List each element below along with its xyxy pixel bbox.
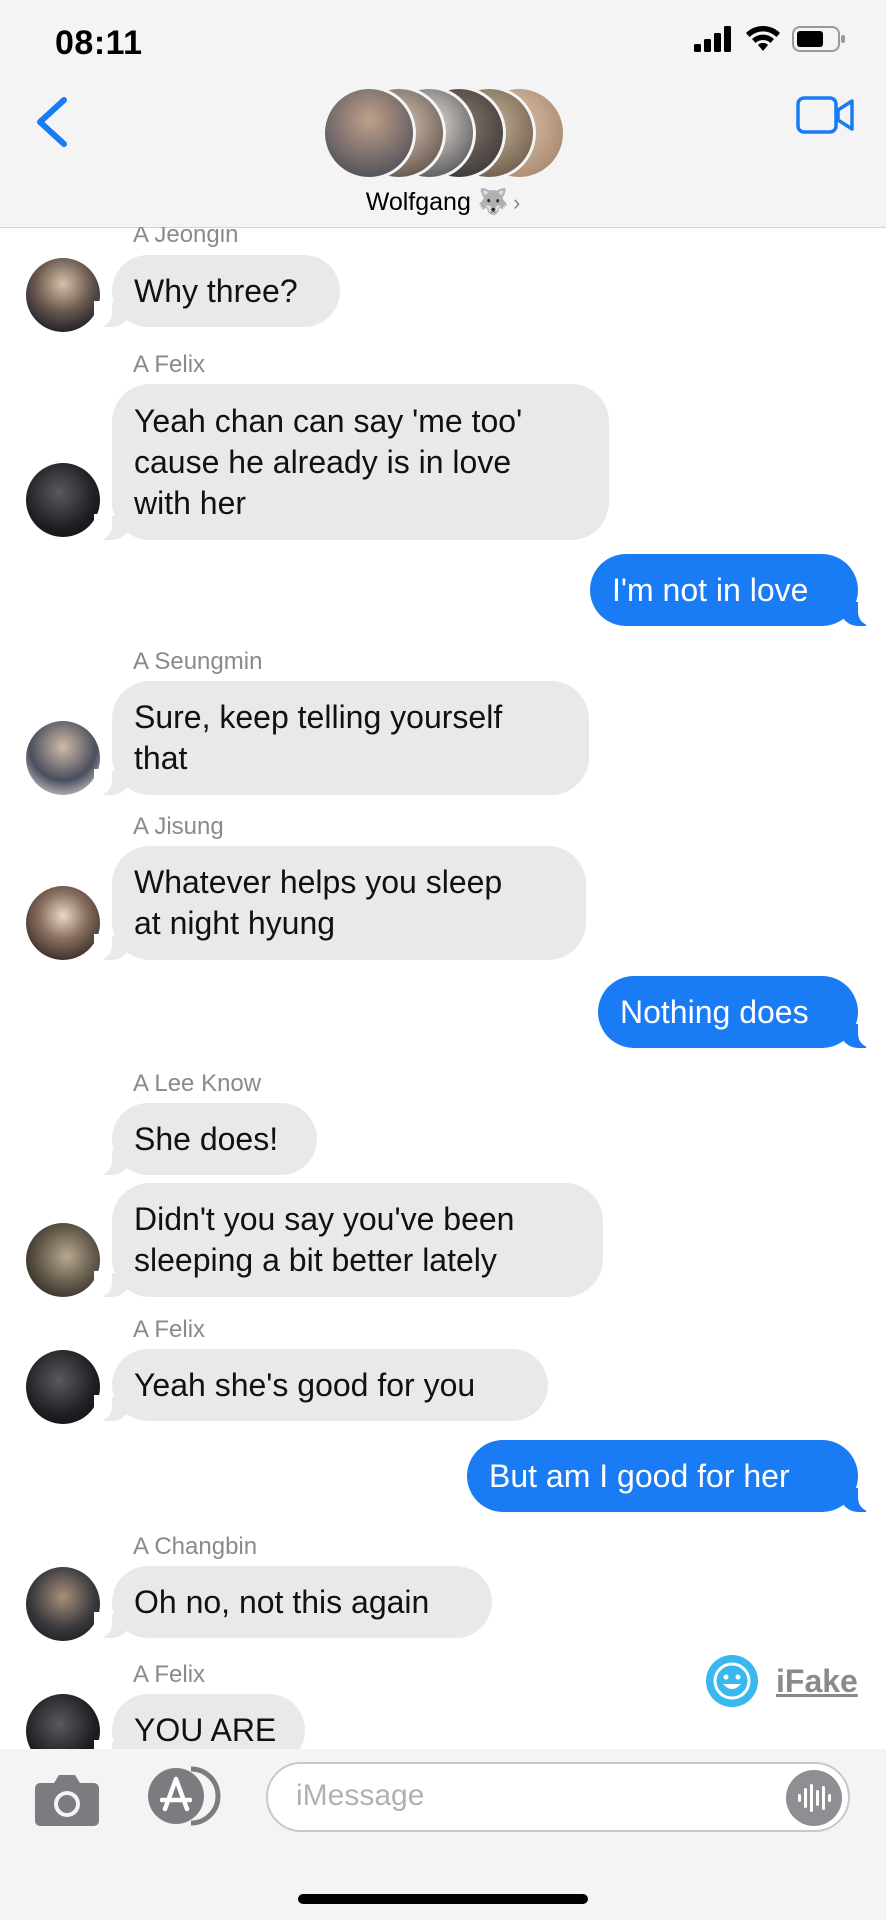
compose-bar xyxy=(0,1749,886,1920)
incoming-message-bubble[interactable]: Didn't you say you've been sleeping a bi… xyxy=(94,1183,603,1297)
message-line: at night hyung xyxy=(134,905,336,941)
back-button[interactable] xyxy=(28,92,78,152)
message-text: Yeah chan can say 'me too' cause he alre… xyxy=(134,401,522,524)
message-line: Didn't you say you've been xyxy=(134,1201,515,1237)
message-text: Nothing does xyxy=(620,993,809,1030)
battery-icon xyxy=(792,26,845,52)
incoming-message-bubble[interactable]: Why three? xyxy=(94,255,340,327)
outgoing-message-bubble[interactable]: I'm not in love xyxy=(590,554,876,626)
message-line: cause he already is in love xyxy=(134,443,512,480)
ifake-watermark: iFake xyxy=(706,1655,858,1707)
incoming-message-bubble[interactable]: Sure, keep telling yourself that xyxy=(94,681,589,795)
incoming-message-bubble[interactable]: Oh no, not this again xyxy=(94,1566,492,1638)
avatar[interactable] xyxy=(26,1694,100,1749)
smiley-icon xyxy=(706,1655,758,1707)
message-text: Why three? xyxy=(134,272,298,309)
outgoing-message-bubble[interactable]: Nothing does xyxy=(598,976,876,1048)
avatar[interactable] xyxy=(26,1567,100,1641)
status-time: 08:11 xyxy=(55,24,143,62)
video-camera-icon xyxy=(796,96,854,134)
message-line: Yeah chan can say 'me too' xyxy=(134,402,523,439)
incoming-message-bubble[interactable]: She does! xyxy=(94,1103,317,1175)
camera-button[interactable] xyxy=(32,1769,102,1829)
chevron-left-icon xyxy=(37,97,67,147)
waveform-icon xyxy=(798,1784,831,1812)
avatar[interactable] xyxy=(26,1350,100,1424)
avatar[interactable] xyxy=(26,258,100,332)
sender-name: A Felix xyxy=(133,1316,206,1343)
audio-message-button[interactable] xyxy=(786,1770,842,1826)
incoming-message-bubble[interactable]: Whatever helps you sleep at night hyung xyxy=(94,846,586,960)
avatar[interactable] xyxy=(26,886,100,960)
message-line: Whatever helps you sleep xyxy=(134,864,503,900)
message-text: Didn't you say you've been sleeping a bi… xyxy=(134,1199,514,1281)
incoming-message-bubble[interactable]: Yeah chan can say 'me too' cause he alre… xyxy=(94,384,609,540)
message-input[interactable] xyxy=(294,1764,778,1828)
sender-name: A Changbin xyxy=(133,1533,258,1560)
message-text: Oh no, not this again xyxy=(134,1583,430,1620)
message-list[interactable]: A Jeongin Why three? A Felix Yeah chan c… xyxy=(0,227,886,1749)
outgoing-message-bubble[interactable]: But am I good for her xyxy=(467,1440,876,1512)
home-indicator xyxy=(298,1894,588,1904)
avatar[interactable] xyxy=(26,463,100,537)
group-name-label: Wolfgang 🐺 xyxy=(365,188,509,216)
avatar[interactable] xyxy=(26,1223,100,1297)
sender-name: A Seungmin xyxy=(133,648,263,675)
message-line: sleeping a bit better lately xyxy=(134,1242,497,1278)
incoming-message-bubble[interactable]: YOU ARE xyxy=(94,1694,305,1749)
sender-name: A Jisung xyxy=(133,813,224,840)
app-store-icon xyxy=(148,1766,221,1826)
message-text: She does! xyxy=(134,1120,279,1157)
facetime-video-button[interactable] xyxy=(796,92,856,138)
sender-name: A Felix xyxy=(133,351,206,378)
incoming-message-bubble[interactable]: Yeah she's good for you xyxy=(94,1349,548,1421)
status-icons xyxy=(694,26,846,52)
wifi-icon xyxy=(746,26,780,51)
watermark-label: iFake xyxy=(776,1662,858,1699)
message-text: I'm not in love xyxy=(612,571,809,608)
conversation-header: 08:11 Wolfgang 🐺 › xyxy=(0,0,886,228)
app-store-button[interactable] xyxy=(145,1765,223,1827)
avatar[interactable] xyxy=(26,721,100,795)
message-text: YOU ARE xyxy=(134,1711,277,1748)
group-member-avatar xyxy=(322,86,416,180)
group-name[interactable]: Wolfgang 🐺 › xyxy=(0,188,886,217)
sender-name: A Felix xyxy=(133,1661,206,1688)
camera-icon xyxy=(35,1775,99,1826)
chevron-right-icon: › xyxy=(512,190,521,215)
message-text: Sure, keep telling yourself that xyxy=(134,697,502,779)
sender-name: A Jeongin xyxy=(133,227,239,248)
message-text: Yeah she's good for you xyxy=(134,1366,476,1403)
message-line: Sure, keep telling yourself xyxy=(134,699,503,735)
message-line: with her xyxy=(134,484,247,521)
message-line: that xyxy=(134,740,188,776)
sender-name: A Lee Know xyxy=(133,1070,262,1097)
message-text: But am I good for her xyxy=(489,1457,790,1494)
group-avatar-stack[interactable] xyxy=(322,86,566,180)
imessage-field[interactable] xyxy=(266,1762,850,1832)
cellular-signal-icon xyxy=(694,26,731,52)
message-text: Whatever helps you sleep at night hyung xyxy=(134,862,502,944)
